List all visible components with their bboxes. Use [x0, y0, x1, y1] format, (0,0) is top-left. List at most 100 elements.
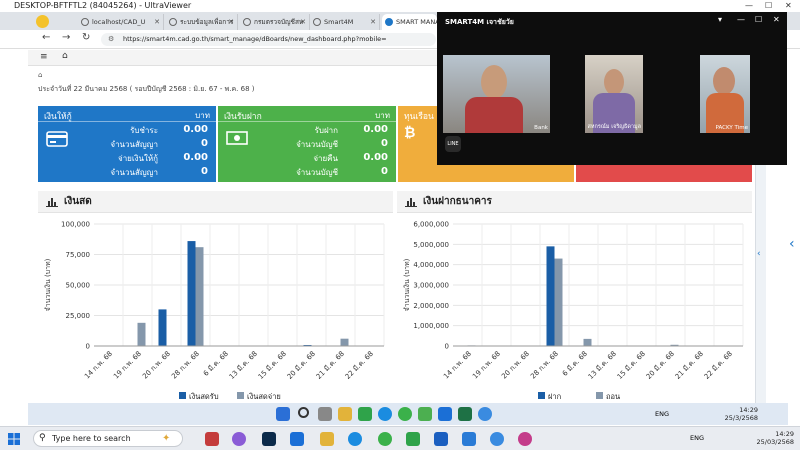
- participant-face: [713, 67, 735, 95]
- tab-smart-manage[interactable]: SMART MANAG: [382, 14, 438, 30]
- chevron-left-icon[interactable]: ‹: [757, 249, 761, 259]
- minimize-icon[interactable]: —: [745, 0, 753, 12]
- dashboard-icon[interactable]: ⌂: [38, 71, 42, 79]
- participant-tile[interactable]: Bank: [443, 55, 550, 133]
- task-view-icon[interactable]: [318, 407, 332, 421]
- chrome-icon[interactable]: [378, 432, 392, 446]
- excel-icon[interactable]: [458, 407, 472, 421]
- participant-face: [604, 69, 624, 95]
- app-icon[interactable]: [518, 432, 532, 446]
- bar: [187, 241, 196, 346]
- tab-info-system[interactable]: ระบบข้อมูลเพื่อการ ✕: [166, 14, 238, 30]
- inner-lang[interactable]: ENG: [655, 410, 669, 418]
- app-icon[interactable]: [478, 407, 492, 421]
- home-icon[interactable]: ⌂: [62, 51, 68, 61]
- chevron-left-icon[interactable]: ‹: [789, 236, 795, 252]
- app-icon[interactable]: [462, 432, 476, 446]
- line-icon[interactable]: [358, 407, 372, 421]
- chrome-icon[interactable]: [398, 407, 412, 421]
- app-icon[interactable]: [490, 432, 504, 446]
- cash-chart-title: เงินสด: [64, 196, 92, 207]
- card-row: จำนวนบัญชี 0: [296, 166, 388, 177]
- site-info-icon[interactable]: ⚙: [108, 33, 114, 46]
- participant-tile[interactable]: สหกรณ์ม เจริญธิดามูล: [585, 55, 643, 133]
- y-tick-label: 0: [445, 343, 449, 351]
- bar: [158, 309, 167, 346]
- tab-favicon-icon: [169, 18, 177, 26]
- line-app-icon[interactable]: LINE: [445, 136, 461, 152]
- line-icon[interactable]: [406, 432, 420, 446]
- windows-start-icon[interactable]: [8, 433, 20, 445]
- file-explorer-icon[interactable]: [320, 432, 334, 446]
- tab-smart4m[interactable]: Smart4M ✕: [310, 14, 380, 30]
- tab-close-icon[interactable]: ✕: [228, 14, 234, 30]
- y-tick-label: 0: [86, 343, 90, 351]
- lang-indicator[interactable]: ENG: [690, 434, 704, 442]
- minimize-icon[interactable]: —: [737, 15, 745, 24]
- card-row: จำนวนสัญญา 0: [110, 166, 208, 177]
- page-scrollbar[interactable]: ‹: [755, 165, 766, 403]
- cash-chart: 0 25,000 50,000 75,000 100,000 จำนวนเงิน (บาท…: [44, 221, 385, 401]
- windows-taskbar: ⚲ Type here to search ✦ ENG 14:29 25/03/…: [0, 426, 800, 450]
- maximize-icon[interactable]: ☐: [765, 0, 772, 12]
- forward-arrow-icon[interactable]: →: [62, 32, 70, 43]
- reload-icon[interactable]: ↻: [82, 32, 90, 43]
- outlook-icon[interactable]: [290, 432, 304, 446]
- taskbar-search[interactable]: ⚲ Type here to search ✦: [33, 430, 183, 447]
- photoshop-icon[interactable]: [262, 432, 276, 446]
- y-tick-label: 2,000,000: [413, 302, 449, 310]
- browser-profile-icon[interactable]: [36, 15, 49, 28]
- card-row: จำนวนบัญชี 0: [296, 138, 388, 149]
- tab-close-icon[interactable]: ✕: [154, 14, 160, 30]
- y-tick-label: 3,000,000: [413, 282, 449, 290]
- legend-swatch: [237, 392, 244, 399]
- start-icon[interactable]: [276, 407, 290, 421]
- tab-close-icon[interactable]: ✕: [370, 14, 376, 30]
- copilot-sparkle-icon: ✦: [162, 433, 171, 444]
- taskbar-clock[interactable]: 14:29 25/03/2568: [740, 430, 794, 446]
- tab-localhost[interactable]: localhost/CAD_U ✕: [78, 14, 164, 30]
- y-tick-label: 5,000,000: [413, 241, 449, 249]
- participant-tile[interactable]: PACKY Time: [700, 55, 750, 133]
- word-icon[interactable]: [434, 432, 448, 446]
- collapse-panel-tab[interactable]: ‹: [786, 230, 800, 260]
- app-icon[interactable]: [205, 432, 219, 446]
- edge-icon[interactable]: [378, 407, 392, 421]
- close-icon[interactable]: ✕: [785, 0, 792, 12]
- edge-icon[interactable]: [348, 432, 362, 446]
- search-icon[interactable]: [298, 407, 309, 418]
- hamburger-menu-icon[interactable]: ≡: [40, 52, 48, 62]
- app-top-bar: ≡ ⌂: [28, 50, 438, 66]
- card-row: จำนวนสัญญา 0: [110, 138, 208, 149]
- card-row: รับฝาก 0.00: [314, 124, 388, 135]
- app-icon[interactable]: [418, 407, 432, 421]
- y-tick-label: 75,000: [66, 251, 91, 259]
- breadcrumb: ⌂: [38, 71, 42, 79]
- tab-cad[interactable]: กรมตรวจบัญชีสห ✕: [240, 14, 310, 30]
- tab-close-icon[interactable]: ✕: [300, 14, 306, 30]
- x-tick-label: 19 ก.พ. 68: [471, 350, 502, 381]
- bank-chart: 0 1,000,000 2,000,000 3,000,000 4,000,000 5,0…: [403, 221, 744, 401]
- inner-clock[interactable]: 14:29 25/3/2568: [718, 406, 758, 422]
- x-tick-label: 14 ก.พ. 68: [83, 350, 114, 381]
- back-arrow-icon[interactable]: ←: [42, 32, 50, 43]
- participant-shirt: [465, 97, 523, 133]
- copilot-icon[interactable]: [232, 432, 246, 446]
- app-icon[interactable]: [438, 407, 452, 421]
- search-icon: ⚲: [39, 433, 46, 443]
- url-bar[interactable]: ⚙ https://smart4m.cad.go.th/smart_manage…: [101, 33, 436, 46]
- y-tick-label: 100,000: [61, 221, 90, 229]
- x-tick-label: 21 มี.ค. 68: [315, 350, 346, 381]
- file-explorer-icon[interactable]: [338, 407, 352, 421]
- x-tick-label: 20 มี.ค. 68: [286, 350, 317, 381]
- bar: [583, 338, 592, 346]
- maximize-icon[interactable]: ☐: [755, 15, 762, 24]
- x-tick-label: 28 ก.พ. 68: [170, 350, 201, 381]
- x-tick-label: 6 มี.ค. 68: [202, 350, 230, 378]
- legend-swatch: [179, 392, 186, 399]
- x-tick-label: 6 มี.ค. 68: [561, 350, 589, 378]
- close-icon[interactable]: ✕: [773, 15, 780, 24]
- card-row: จ่ายคืน 0.00: [313, 152, 388, 163]
- y-axis-label: จำนวนเงิน (บาท): [403, 258, 411, 311]
- pin-icon[interactable]: ▾: [718, 15, 722, 24]
